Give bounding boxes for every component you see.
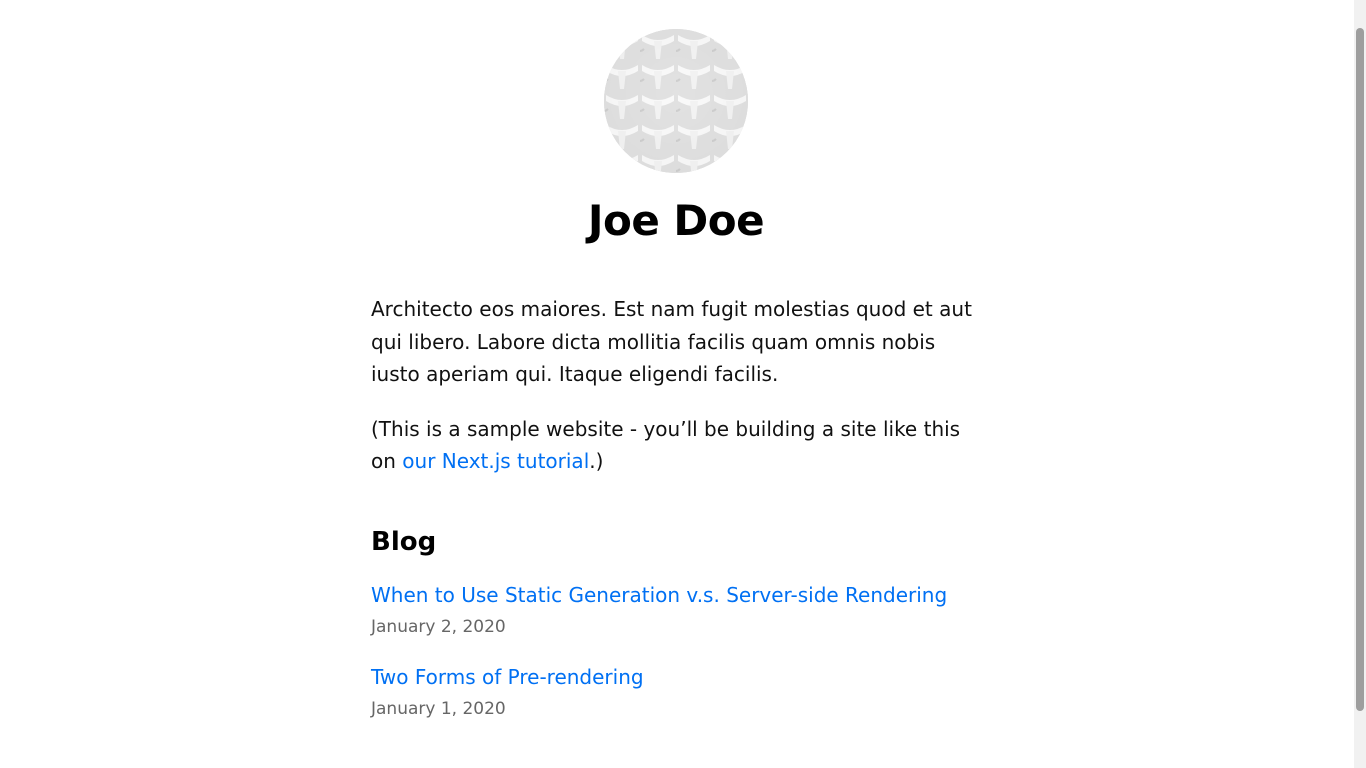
avatar bbox=[604, 29, 748, 173]
blog-post-link[interactable]: When to Use Static Generation v.s. Serve… bbox=[371, 582, 947, 608]
vertical-scrollbar[interactable] bbox=[1354, 0, 1366, 768]
page: Joe Doe Architecto eos maiores. Est nam … bbox=[0, 0, 1366, 768]
nextjs-tutorial-link[interactable]: our Next.js tutorial bbox=[402, 449, 589, 473]
blog-post-item: Two Forms of Pre-rendering January 1, 20… bbox=[371, 664, 981, 720]
profile-name: Joe Doe bbox=[587, 196, 765, 245]
note-suffix: .) bbox=[589, 449, 604, 473]
bio-text: Architecto eos maiores. Est nam fugit mo… bbox=[371, 297, 972, 386]
intro-section: Architecto eos maiores. Est nam fugit mo… bbox=[371, 293, 981, 478]
blog-section: Blog When to Use Static Generation v.s. … bbox=[371, 522, 981, 720]
blog-post-date: January 1, 2020 bbox=[371, 698, 506, 719]
tutorial-note: (This is a sample website - you’ll be bu… bbox=[371, 413, 981, 478]
blog-post-item: When to Use Static Generation v.s. Serve… bbox=[371, 582, 981, 638]
scrollbar-thumb[interactable] bbox=[1356, 28, 1364, 711]
blog-heading: Blog bbox=[371, 526, 437, 557]
content-container: Joe Doe Architecto eos maiores. Est nam … bbox=[371, 0, 981, 720]
blog-post-link[interactable]: Two Forms of Pre-rendering bbox=[371, 664, 644, 690]
avatar-pattern-image bbox=[604, 29, 748, 173]
blog-post-date: January 2, 2020 bbox=[371, 616, 506, 637]
profile-header: Joe Doe bbox=[371, 0, 981, 247]
